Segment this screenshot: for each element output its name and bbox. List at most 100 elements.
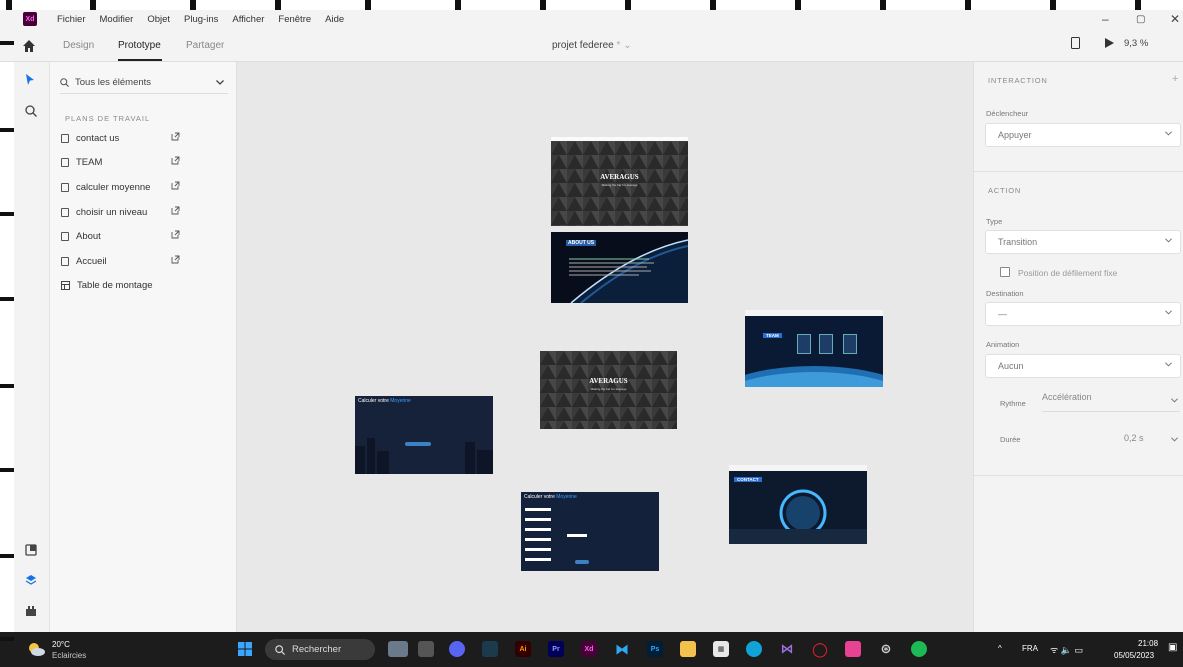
windows-start-icon[interactable] xyxy=(237,641,253,657)
plugins-icon[interactable] xyxy=(25,605,37,617)
photoshop-icon[interactable]: Ps xyxy=(647,641,663,657)
artboard-accueil[interactable]: AVERAGUS Making the bar for average xyxy=(551,137,688,226)
network-volume-battery-icon[interactable]: ᯤ 🔈 ▭ xyxy=(1050,643,1083,656)
opera-icon[interactable]: ◯ xyxy=(812,641,828,657)
menu-afficher[interactable]: Afficher xyxy=(232,14,264,25)
artboard-calculer-moyenne[interactable]: Calculer votre Moyenne xyxy=(355,396,493,474)
left-ruler-mark xyxy=(0,212,14,216)
menu-fenetre[interactable]: Fenêtre xyxy=(278,14,311,25)
chevron-down-icon: ⌄ xyxy=(623,40,632,51)
taskbar-search[interactable]: Rechercher xyxy=(265,639,375,660)
home-icon[interactable] xyxy=(22,39,36,53)
design-canvas[interactable]: AVERAGUS Making the bar for average ABOU… xyxy=(237,62,973,632)
artboard-about[interactable]: ABOUT US xyxy=(551,232,688,303)
tab-design[interactable]: Design xyxy=(63,40,94,51)
device-preview-icon[interactable] xyxy=(1071,37,1080,49)
external-link-icon[interactable] xyxy=(171,132,180,141)
artboard-calculer-moyenne-form[interactable]: Calculer votre Moyenne xyxy=(521,492,659,571)
tab-prototype[interactable]: Prototype xyxy=(118,40,161,51)
earth-horizon-icon xyxy=(745,316,883,387)
premiere-icon[interactable]: Pr xyxy=(548,641,564,657)
app-icon[interactable] xyxy=(845,641,861,657)
select-arrow-icon[interactable] xyxy=(25,74,35,86)
tab-partager[interactable]: Partager xyxy=(186,40,224,51)
tray-overflow-icon[interactable]: ^ xyxy=(998,644,1002,653)
layers-icon[interactable] xyxy=(25,574,37,586)
app-icon[interactable] xyxy=(482,641,498,657)
clock-time[interactable]: 21:08 xyxy=(1138,639,1158,648)
assets-icon[interactable] xyxy=(25,544,37,556)
teams-chat-icon[interactable] xyxy=(449,641,465,657)
menu-plugins[interactable]: Plug-ins xyxy=(184,14,218,25)
add-interaction-button[interactable]: + xyxy=(1172,73,1178,85)
close-window-button[interactable]: ✕ xyxy=(1170,8,1180,30)
artboard-contact[interactable]: CONTACT xyxy=(729,465,867,544)
artboard-icon xyxy=(61,231,69,241)
trigger-select[interactable]: Appuyer xyxy=(985,123,1181,147)
restore-button[interactable]: ▢ xyxy=(1136,8,1145,30)
file-explorer-icon[interactable] xyxy=(680,641,696,657)
edge-icon[interactable] xyxy=(746,641,762,657)
prototype-inspector: INTERACTION + Déclencheur Appuyer ACTION… xyxy=(973,62,1183,632)
artboard-item[interactable]: choisir un niveau xyxy=(61,203,181,221)
artboard-choisir-niveau[interactable]: AVERAGUS Making the bar for average xyxy=(540,351,677,429)
visual-studio-icon[interactable]: ⋈ xyxy=(779,641,795,657)
chevron-down-icon xyxy=(1171,398,1178,403)
store-icon[interactable]: ▦ xyxy=(713,641,729,657)
xd-taskbar-icon[interactable]: Xd xyxy=(581,641,597,657)
easing-select[interactable]: Accélération xyxy=(1042,392,1180,412)
chevron-down-icon xyxy=(1165,238,1172,243)
left-ruler-mark xyxy=(0,468,14,472)
vscode-icon[interactable]: ⧓ xyxy=(614,641,630,657)
search-icon xyxy=(275,644,285,655)
external-link-icon[interactable] xyxy=(171,181,180,190)
trigger-label: Déclencheur xyxy=(986,109,1029,118)
pasteboard-item[interactable]: Table de montage xyxy=(61,276,181,294)
scroll-position-checkbox[interactable] xyxy=(1000,267,1010,277)
illustrator-icon[interactable]: Ai xyxy=(515,641,531,657)
spotify-icon[interactable] xyxy=(911,641,927,657)
artboard-team[interactable]: TEAM xyxy=(745,310,883,387)
menu-objet[interactable]: Objet xyxy=(147,14,170,25)
artboard-item[interactable]: contact us xyxy=(61,129,181,147)
interaction-section-title: INTERACTION xyxy=(988,76,1048,85)
artboard-label: contact us xyxy=(76,132,120,144)
external-link-icon[interactable] xyxy=(171,206,180,215)
clock-date[interactable]: 05/05/2023 xyxy=(1114,651,1154,660)
chevron-down-icon xyxy=(1165,310,1172,315)
widgets-icon[interactable] xyxy=(388,641,408,657)
minimize-button[interactable]: – xyxy=(1102,8,1109,30)
destination-label: Destination xyxy=(986,289,1024,298)
pasteboard-icon xyxy=(61,280,70,290)
task-view-icon[interactable] xyxy=(418,641,434,657)
layers-filter[interactable]: Tous les éléments xyxy=(60,72,228,94)
external-link-icon[interactable] xyxy=(171,156,180,165)
duration-input[interactable]: 0,2 s xyxy=(1124,433,1180,443)
menu-aide[interactable]: Aide xyxy=(325,14,344,25)
animation-select[interactable]: Aucun xyxy=(985,354,1181,378)
menu-modifier[interactable]: Modifier xyxy=(100,14,134,25)
artboard-item[interactable]: calculer moyenne xyxy=(61,178,181,196)
modified-marker: * xyxy=(616,40,621,51)
document-title[interactable]: projet federee * ⌄ xyxy=(552,40,632,51)
artboard-icon xyxy=(61,157,69,167)
external-link-icon[interactable] xyxy=(171,230,180,239)
artboard-item[interactable]: Accueil xyxy=(61,252,181,270)
menu-fichier[interactable]: Fichier xyxy=(57,14,86,25)
artboard-item[interactable]: About xyxy=(61,227,181,245)
zoom-level[interactable]: 9,3 % xyxy=(1124,38,1148,49)
board-title: CONTACT xyxy=(734,477,762,482)
external-link-icon[interactable] xyxy=(171,255,180,264)
play-icon[interactable] xyxy=(1104,38,1114,48)
type-select[interactable]: Transition xyxy=(985,230,1181,254)
notification-icon[interactable]: ▣ xyxy=(1168,642,1177,653)
artboard-item[interactable]: TEAM xyxy=(61,153,181,171)
top-ruler-marks xyxy=(0,0,1183,10)
destination-select[interactable]: — xyxy=(985,302,1181,326)
language-indicator[interactable]: FRA xyxy=(1022,644,1038,653)
board-subtitle: Making the bar for average xyxy=(590,387,627,391)
board-title: Calculer votre Moyenne xyxy=(524,494,577,500)
pasteboard-label: Table de montage xyxy=(77,279,153,291)
app-icon[interactable]: ⊛ xyxy=(878,641,894,657)
zoom-search-icon[interactable] xyxy=(25,105,37,117)
